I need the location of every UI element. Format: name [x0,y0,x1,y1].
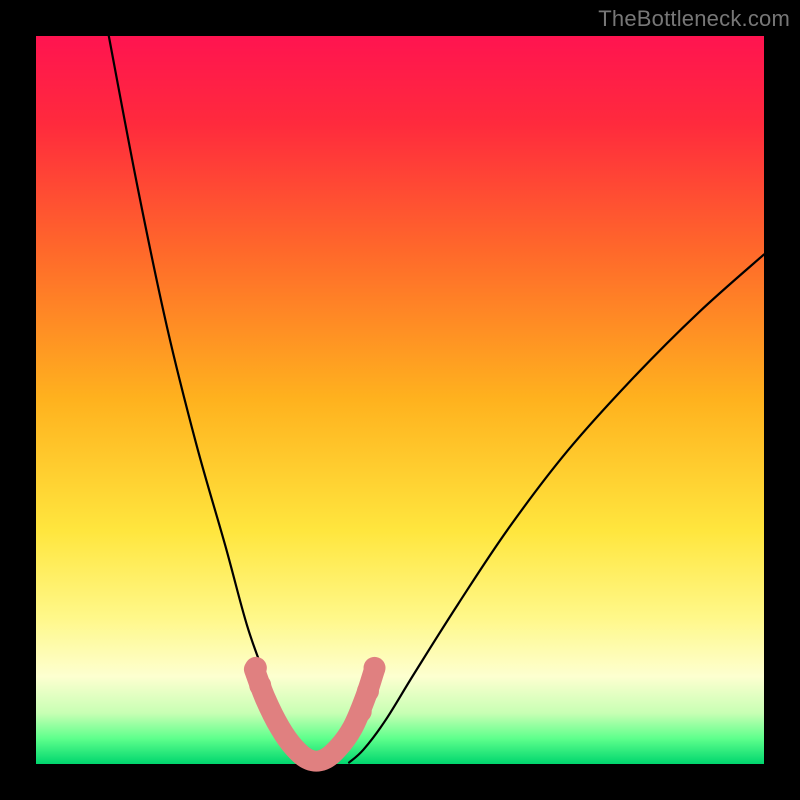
marker-dots-right [357,680,379,702]
bottleneck-curve-chart [0,0,800,800]
chart-container: TheBottleneck.com [0,0,800,800]
marker-dots-left [249,674,271,696]
marker-dots-right [364,657,386,679]
marker-dots-right [350,701,372,723]
watermark-label: TheBottleneck.com [598,6,790,32]
chart-plot-background [36,36,764,764]
